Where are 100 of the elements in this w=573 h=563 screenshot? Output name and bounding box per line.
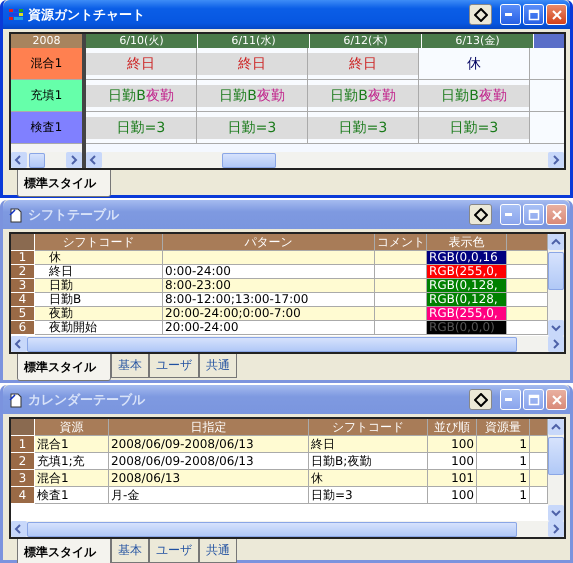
column-header: コメント (375, 234, 427, 251)
table-cell (507, 293, 548, 307)
close-icon (550, 208, 562, 220)
window-title: 資源ガントチャート (28, 6, 146, 24)
scroll-up-button[interactable] (548, 234, 564, 250)
table-cell (507, 321, 548, 335)
row-number: 4 (11, 293, 35, 307)
diamond-button[interactable] (469, 4, 492, 25)
diamond-icon (474, 208, 488, 222)
document-icon (8, 206, 24, 222)
date-header: 6/10(火) (86, 34, 198, 48)
table-cell: 1 (477, 436, 530, 453)
column-header (507, 234, 548, 251)
scrollbar-thumb[interactable] (27, 336, 517, 352)
date-header (534, 34, 564, 48)
table-cell: 夜勤 (35, 307, 163, 321)
shift-label: 日勤=3 (450, 118, 498, 136)
table-cell: 日勤 (35, 279, 163, 293)
scroll-right-button[interactable] (66, 152, 82, 168)
document-icon (8, 392, 24, 408)
table-cell: 夜勤開始 (35, 321, 163, 335)
table-cell: 検査1 (35, 487, 109, 504)
table-cell: 100 (428, 453, 477, 470)
scrollbar-thumb[interactable] (222, 152, 276, 168)
shift-label: 終日 (127, 54, 155, 72)
table-cell: 20:00-24:00 (163, 321, 375, 335)
date-header: 6/13(金) (422, 34, 534, 48)
scrollbar-thumb[interactable] (29, 152, 45, 168)
scroll-left-button[interactable] (11, 521, 27, 537)
table-cell: 2008/06/09-2008/06/13 (109, 436, 309, 453)
shift-label: 日勤=3 (338, 118, 388, 136)
table-cell: 混合1 (35, 436, 109, 453)
minimize-button[interactable] (500, 4, 521, 25)
table-cell: 101 (428, 470, 477, 487)
shift-label: 夜勤 (368, 86, 396, 104)
row-number: 6 (11, 321, 35, 335)
tab[interactable]: 標準スタイル (17, 170, 111, 197)
column-header: シフトコード (309, 419, 428, 436)
table-cell: 1 (477, 453, 530, 470)
table-cell (507, 279, 548, 293)
maximize-icon (528, 394, 540, 406)
table-cell: 0:00-24:00 (163, 265, 375, 279)
column-header: 並び順 (428, 419, 477, 436)
table-cell: 1 (477, 470, 530, 487)
table-cell (530, 453, 548, 470)
chart-app-icon (8, 8, 24, 22)
color-cell: RGB(255,0, (427, 307, 507, 321)
diamond-icon (474, 8, 488, 22)
table-cell: 日勤=3 (309, 487, 428, 504)
table-cell: 充填1;充 (35, 453, 109, 470)
shift-label: 日勤=3 (228, 118, 276, 136)
table-cell: 20:00-24:00;0:00-7:00 (163, 307, 375, 321)
scrollbar-thumb[interactable] (27, 522, 517, 536)
color-cell: RGB(0,128, (427, 279, 507, 293)
resource-label: 充填1 (11, 80, 82, 112)
scroll-right-button[interactable] (548, 521, 564, 537)
close-button[interactable] (546, 4, 567, 25)
close-icon (550, 8, 562, 20)
shift-label: 日勤B (330, 86, 368, 104)
scroll-left-button[interactable] (11, 152, 27, 168)
table-cell: 日勤B;夜勤 (309, 453, 428, 470)
scroll-left-button[interactable] (11, 336, 27, 352)
date-header: 6/11(水) (198, 34, 310, 48)
row-number: 3 (11, 470, 35, 487)
column-header: シフトコード (35, 234, 163, 251)
row-number: 5 (11, 307, 35, 321)
color-cell: RGB(0,0,0) (427, 321, 507, 335)
close-icon (550, 394, 562, 406)
scroll-right-button[interactable] (548, 336, 564, 352)
table-cell (530, 436, 548, 453)
resource-label: 検査1 (11, 112, 82, 144)
scroll-left-button[interactable] (86, 152, 102, 168)
scroll-right-button[interactable] (548, 152, 564, 168)
maximize-button[interactable] (523, 4, 544, 25)
table-cell: 日勤B (35, 293, 163, 307)
table-cell (375, 265, 427, 279)
shift-label: 終日 (238, 54, 266, 72)
shift-label: 日勤B (219, 86, 257, 104)
table-cell: 100 (428, 436, 477, 453)
scroll-down-button[interactable] (548, 320, 564, 336)
resource-label: 混合1 (11, 48, 82, 80)
table-cell (375, 251, 427, 265)
shift-label: 終日 (349, 54, 377, 72)
table-cell: 8:00-12:00;13:00-17:00 (163, 293, 375, 307)
shift-label: 日勤B (108, 86, 146, 104)
row-number: 1 (11, 251, 35, 265)
table-cell: 月-金 (109, 487, 309, 504)
table-cell (530, 487, 548, 504)
scroll-down-button[interactable] (548, 505, 564, 521)
row-number: 1 (11, 436, 35, 453)
color-cell: RGB(0,0,16 (427, 251, 507, 265)
scrollbar-thumb[interactable] (548, 252, 564, 290)
maximize-icon (528, 208, 540, 220)
column-header: 日指定 (109, 419, 309, 436)
table-cell: 終日 (35, 265, 163, 279)
shift-label: 夜勤 (478, 86, 507, 104)
shift-label: 日勤B (441, 86, 479, 104)
scrollbar-thumb[interactable] (548, 437, 564, 475)
scroll-up-button[interactable] (548, 419, 564, 435)
maximize-icon (528, 8, 540, 20)
